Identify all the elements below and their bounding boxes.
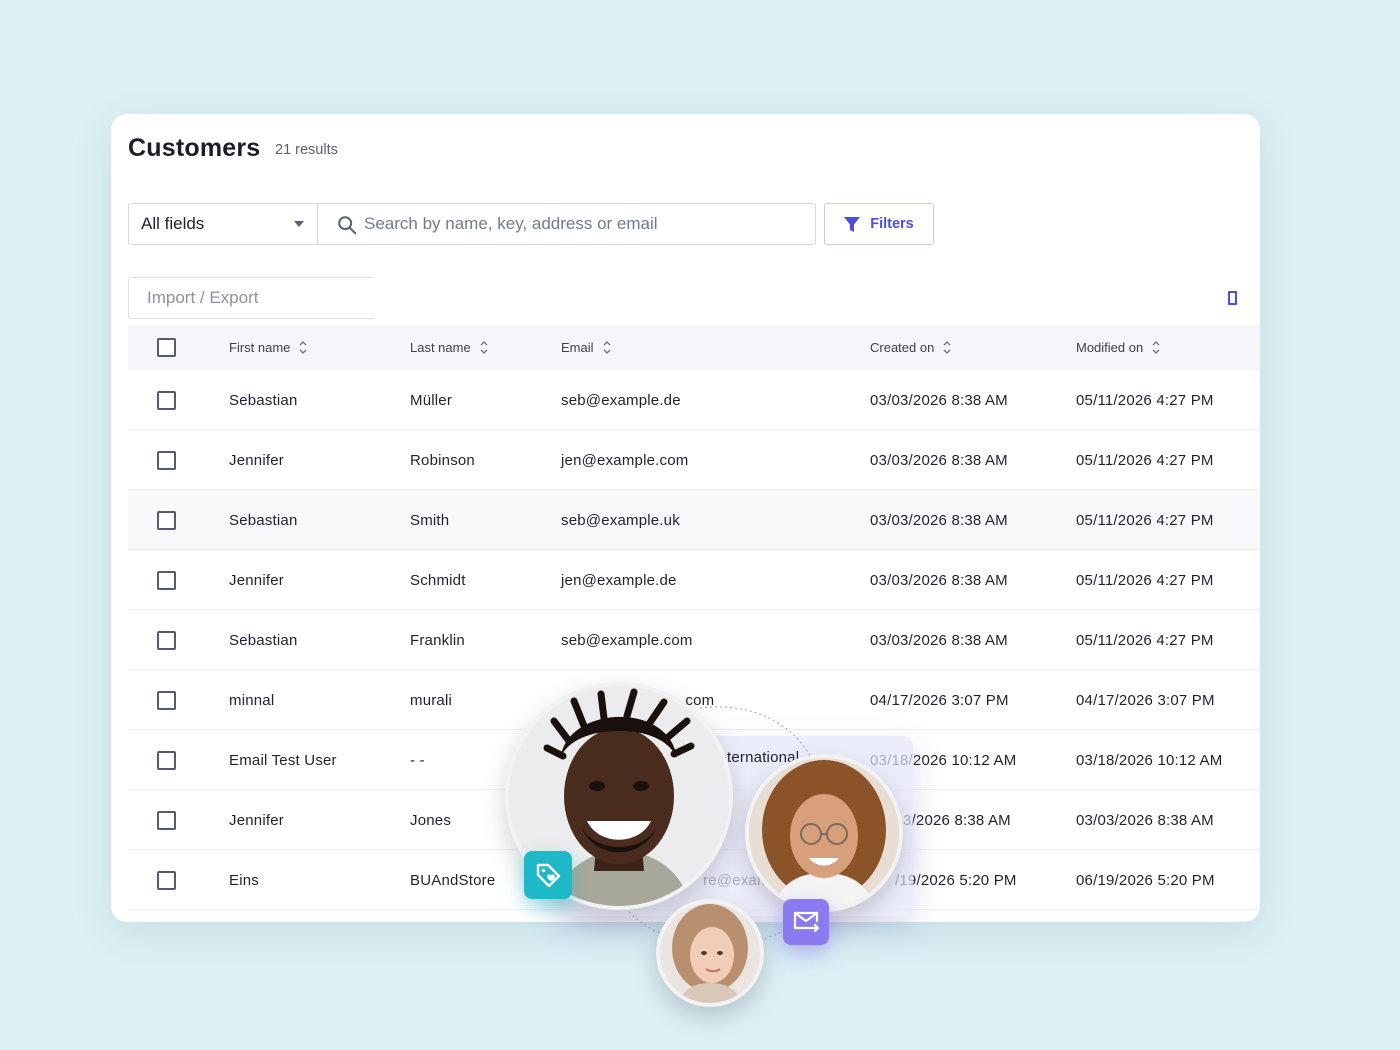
filters-button[interactable]: Filters bbox=[824, 203, 934, 245]
cell-created-on: 03/03/2026 8:38 AM bbox=[870, 571, 1008, 589]
cell-last-name: Jones bbox=[410, 811, 452, 829]
sort-icon bbox=[1152, 341, 1160, 354]
column-header-email[interactable]: Email bbox=[561, 325, 611, 370]
cell-modified-on: 05/11/2026 4:27 PM bbox=[1076, 511, 1214, 529]
row-checkbox[interactable] bbox=[157, 451, 176, 470]
cell-last-name: - - bbox=[410, 751, 425, 769]
cell-first-name: Eins bbox=[229, 871, 259, 889]
table-row[interactable]: Sebastian Müller seb@example.de 03/03/20… bbox=[128, 370, 1260, 430]
sort-icon bbox=[299, 341, 307, 354]
cell-last-name: Smith bbox=[410, 511, 450, 529]
cell-email: jen@example.de bbox=[561, 571, 677, 589]
table-row[interactable]: Jennifer Schmidt jen@example.de 03/03/20… bbox=[128, 550, 1260, 610]
cell-last-name: Robinson bbox=[410, 451, 475, 469]
table-row[interactable]: Sebastian Smith seb@example.uk 03/03/202… bbox=[128, 490, 1260, 550]
row-checkbox[interactable] bbox=[157, 811, 176, 830]
column-header-first-name[interactable]: First name bbox=[229, 325, 307, 370]
cell-email: seb@example.com bbox=[561, 631, 693, 649]
cell-first-name: Sebastian bbox=[229, 391, 298, 409]
row-checkbox[interactable] bbox=[157, 871, 176, 890]
table-row[interactable]: Jennifer Robinson jen@example.com 03/03/… bbox=[128, 430, 1260, 490]
sort-icon bbox=[603, 341, 610, 354]
cell-email: jen@example.com bbox=[561, 451, 689, 469]
cell-last-name: Müller bbox=[410, 391, 453, 409]
filters-label: Filters bbox=[870, 216, 914, 232]
cell-first-name: Sebastian bbox=[229, 631, 298, 649]
table-row[interactable]: Email Test User - - 03/18/2026 10:12 AM … bbox=[128, 730, 1260, 790]
row-checkbox[interactable] bbox=[157, 691, 176, 710]
column-header-created-on[interactable]: Created on bbox=[870, 325, 951, 370]
cell-email: seb@example.de bbox=[561, 391, 681, 409]
field-select[interactable]: All fields bbox=[128, 203, 318, 245]
results-count: 21 results bbox=[275, 142, 338, 158]
chevron-down-icon bbox=[294, 221, 304, 227]
search-box[interactable] bbox=[317, 203, 816, 245]
sort-icon bbox=[943, 341, 951, 354]
row-checkbox[interactable] bbox=[157, 751, 176, 770]
cell-modified-on: 03/18/2026 10:12 AM bbox=[1076, 751, 1223, 769]
cell-email: .com bbox=[681, 691, 715, 709]
search-input[interactable] bbox=[364, 205, 804, 243]
cell-last-name: Schmidt bbox=[410, 571, 466, 589]
cell-created-on: /19/2026 5:20 PM bbox=[895, 871, 1017, 889]
cell-modified-on: 03/03/2026 8:38 AM bbox=[1076, 811, 1214, 829]
cell-email: re@examp bbox=[703, 871, 779, 889]
cell-first-name: minnal bbox=[229, 691, 275, 709]
cell-created-on: 04/17/2026 3:07 PM bbox=[870, 691, 1009, 709]
cell-modified-on: 05/11/2026 4:27 PM bbox=[1076, 391, 1214, 409]
filter-icon bbox=[844, 216, 861, 232]
customers-panel: Customers 21 results All fields Filters … bbox=[111, 114, 1260, 922]
row-checkbox[interactable] bbox=[157, 631, 176, 650]
cell-created-on: 03/18/2026 10:12 AM bbox=[870, 751, 1017, 769]
cell-first-name: Jennifer bbox=[229, 571, 284, 589]
cell-modified-on: 05/11/2026 4:27 PM bbox=[1076, 451, 1214, 469]
cell-first-name: Email Test User bbox=[229, 751, 337, 769]
cell-created-on: 3/2026 8:38 AM bbox=[903, 811, 1011, 829]
row-checkbox[interactable] bbox=[157, 511, 176, 530]
sort-icon bbox=[480, 341, 488, 354]
table-row[interactable]: Jennifer Jones 3/2026 8:38 AM 03/03/2026… bbox=[128, 790, 1260, 850]
cell-created-on: 03/03/2026 8:38 AM bbox=[870, 391, 1008, 409]
cell-modified-on: 05/11/2026 4:27 PM bbox=[1076, 571, 1214, 589]
cell-first-name: Sebastian bbox=[229, 511, 298, 529]
page-title: Customers bbox=[128, 134, 261, 162]
cell-first-name: Jennifer bbox=[229, 451, 284, 469]
table-row[interactable]: Eins BUAndStore re@examp /19/2026 5:20 P… bbox=[128, 850, 1260, 910]
import-export-button[interactable]: Import / Export bbox=[128, 277, 374, 319]
cell-last-name: BUAndStore bbox=[410, 871, 496, 889]
cell-created-on: 03/03/2026 8:38 AM bbox=[870, 451, 1008, 469]
cell-modified-on: 05/11/2026 4:27 PM bbox=[1076, 631, 1214, 649]
table-row[interactable]: minnal murali .com 04/17/2026 3:07 PM 04… bbox=[128, 670, 1260, 730]
cell-email: seb@example.uk bbox=[561, 511, 680, 529]
columns-icon[interactable] bbox=[1228, 291, 1237, 305]
row-checkbox[interactable] bbox=[157, 571, 176, 590]
cell-created-on: 03/03/2026 8:38 AM bbox=[870, 511, 1008, 529]
row-checkbox[interactable] bbox=[157, 391, 176, 410]
column-header-modified-on[interactable]: Modified on bbox=[1076, 325, 1160, 370]
table-row[interactable]: Sebastian Franklin seb@example.com 03/03… bbox=[128, 610, 1260, 670]
field-select-value: All fields bbox=[141, 214, 205, 233]
select-all-checkbox[interactable] bbox=[157, 338, 176, 357]
cell-modified-on: 06/19/2026 5:20 PM bbox=[1076, 871, 1215, 889]
column-header-last-name[interactable]: Last name bbox=[410, 325, 488, 370]
import-export-label: Import / Export bbox=[147, 288, 259, 307]
search-icon bbox=[338, 216, 357, 235]
cell-last-name: Franklin bbox=[410, 631, 465, 649]
table-header: First name Last name Email Created on Mo… bbox=[128, 325, 1260, 370]
cell-modified-on: 04/17/2026 3:07 PM bbox=[1076, 691, 1215, 709]
cell-last-name: murali bbox=[410, 691, 453, 709]
cell-created-on: 03/03/2026 8:38 AM bbox=[870, 631, 1008, 649]
cell-first-name: Jennifer bbox=[229, 811, 284, 829]
page-background: Customers 21 results All fields Filters … bbox=[0, 0, 1400, 1050]
